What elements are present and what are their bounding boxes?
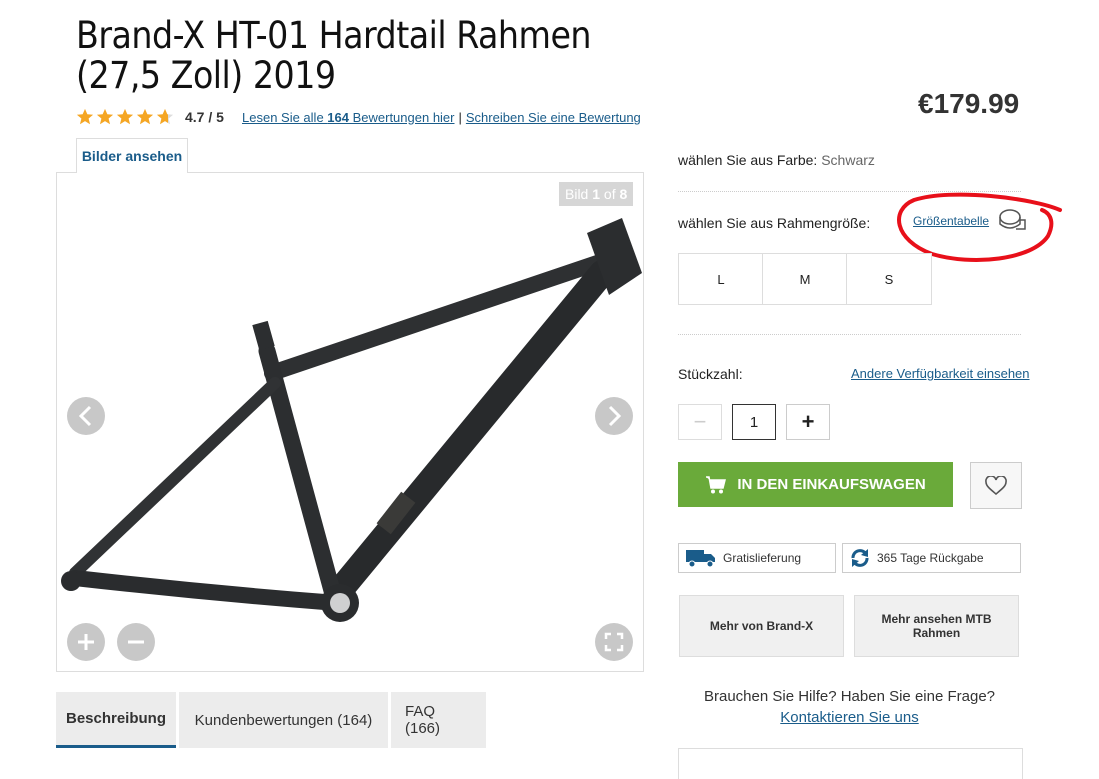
quantity-label: Stückzahl: <box>678 366 743 382</box>
plus-icon <box>78 634 94 650</box>
lower-panel <box>678 748 1023 779</box>
more-category-button[interactable]: Mehr ansehen MTB Rahmen <box>854 595 1019 657</box>
size-option-s[interactable]: S <box>846 253 932 305</box>
bike-frame-image <box>61 218 642 622</box>
add-to-cart-button[interactable]: IN DEN EINKAUFSWAGEN <box>678 462 953 507</box>
star-icon <box>76 108 94 125</box>
tab-view-images[interactable]: Bilder ansehen <box>76 138 188 173</box>
read-reviews-link[interactable]: Lesen Sie alle 164 Bewertungen hier <box>242 110 455 125</box>
review-links: Lesen Sie alle 164 Bewertungen hier | Schr… <box>242 110 641 125</box>
size-option-l[interactable]: L <box>678 253 764 305</box>
tab-description[interactable]: Beschreibung <box>56 692 176 748</box>
rating-value: 4.7 / 5 <box>185 109 224 125</box>
truck-icon <box>686 550 715 568</box>
read-reviews-suffix: Bewertungen hier <box>348 110 455 125</box>
reviews-count: 164 <box>327 110 349 125</box>
more-from-brand-button[interactable]: Mehr von Brand-X <box>679 595 844 657</box>
image-gallery[interactable] <box>56 172 644 672</box>
returns-badge[interactable]: 365 Tage Rückgabe <box>842 543 1021 573</box>
link-separator: | <box>458 110 462 125</box>
counter-total: 8 <box>619 186 628 202</box>
write-review-link[interactable]: Schreiben Sie eine Bewertung <box>466 110 641 125</box>
wishlist-button[interactable] <box>970 462 1022 509</box>
availability-link[interactable]: Andere Verfügbarkeit einsehen <box>851 366 1030 381</box>
fullscreen-icon <box>604 632 624 652</box>
quantity-decrease-button[interactable]: − <box>678 404 722 440</box>
size-option-m[interactable]: M <box>762 253 848 305</box>
quantity-input[interactable]: 1 <box>732 404 776 440</box>
fullscreen-button[interactable] <box>595 623 633 661</box>
contact-link[interactable]: Kontaktieren Sie uns <box>780 709 918 726</box>
zoom-in-button[interactable] <box>67 623 105 661</box>
product-title-line2: (27,5 Zoll) 2019 <box>76 54 336 97</box>
returns-label: 365 Tage Rückgabe <box>877 551 984 565</box>
next-image-button[interactable] <box>595 397 633 435</box>
zoom-out-button[interactable] <box>117 623 155 661</box>
cart-icon <box>706 475 727 493</box>
image-counter: Bild 1 of 8 <box>559 182 634 206</box>
prev-image-button[interactable] <box>67 397 105 435</box>
counter-prefix: Bild <box>565 186 593 202</box>
counter-of: of <box>600 186 620 202</box>
divider <box>678 334 1021 335</box>
tab-faq[interactable]: FAQ (166) <box>391 692 486 748</box>
counter-current: 1 <box>592 186 601 202</box>
color-option: wählen Sie aus Farbe: Schwarz <box>678 152 875 168</box>
free-delivery-label: Gratislieferung <box>723 551 802 565</box>
tab-reviews[interactable]: Kundenbewertungen (164) <box>179 692 388 748</box>
size-label: wählen Sie aus Rahmengröße: <box>678 215 871 231</box>
product-tabs: Beschreibung Kundenbewertungen (164) FAQ… <box>56 692 486 748</box>
star-icon <box>136 108 154 125</box>
star-icon <box>96 108 114 125</box>
product-title-line1: Brand-X HT-01 Hardtail Rahmen <box>76 14 592 57</box>
chevron-left-icon <box>78 405 92 427</box>
free-delivery-badge[interactable]: Gratislieferung <box>678 543 836 573</box>
rating-stars <box>76 108 174 126</box>
add-to-cart-label: IN DEN EINKAUFSWAGEN <box>737 476 926 493</box>
read-reviews-prefix: Lesen Sie alle <box>242 110 328 125</box>
quantity-increase-button[interactable]: + <box>786 404 830 440</box>
chevron-right-icon <box>608 405 622 427</box>
minus-icon <box>128 640 144 644</box>
heart-icon <box>985 475 1007 495</box>
help-section: Brauchen Sie Hilfe? Haben Sie eine Frage… <box>678 686 1021 728</box>
product-price: €179.99 <box>918 88 1020 119</box>
refresh-icon <box>851 549 869 567</box>
star-icon <box>116 108 134 125</box>
color-value: Schwarz <box>821 152 875 168</box>
color-label: wählen Sie aus Farbe: <box>678 152 818 168</box>
help-question: Brauchen Sie Hilfe? Haben Sie eine Frage… <box>703 688 995 705</box>
star-half-icon <box>156 108 174 125</box>
product-title: Brand-X HT-01 Hardtail Rahmen (27,5 Zoll… <box>76 16 636 96</box>
